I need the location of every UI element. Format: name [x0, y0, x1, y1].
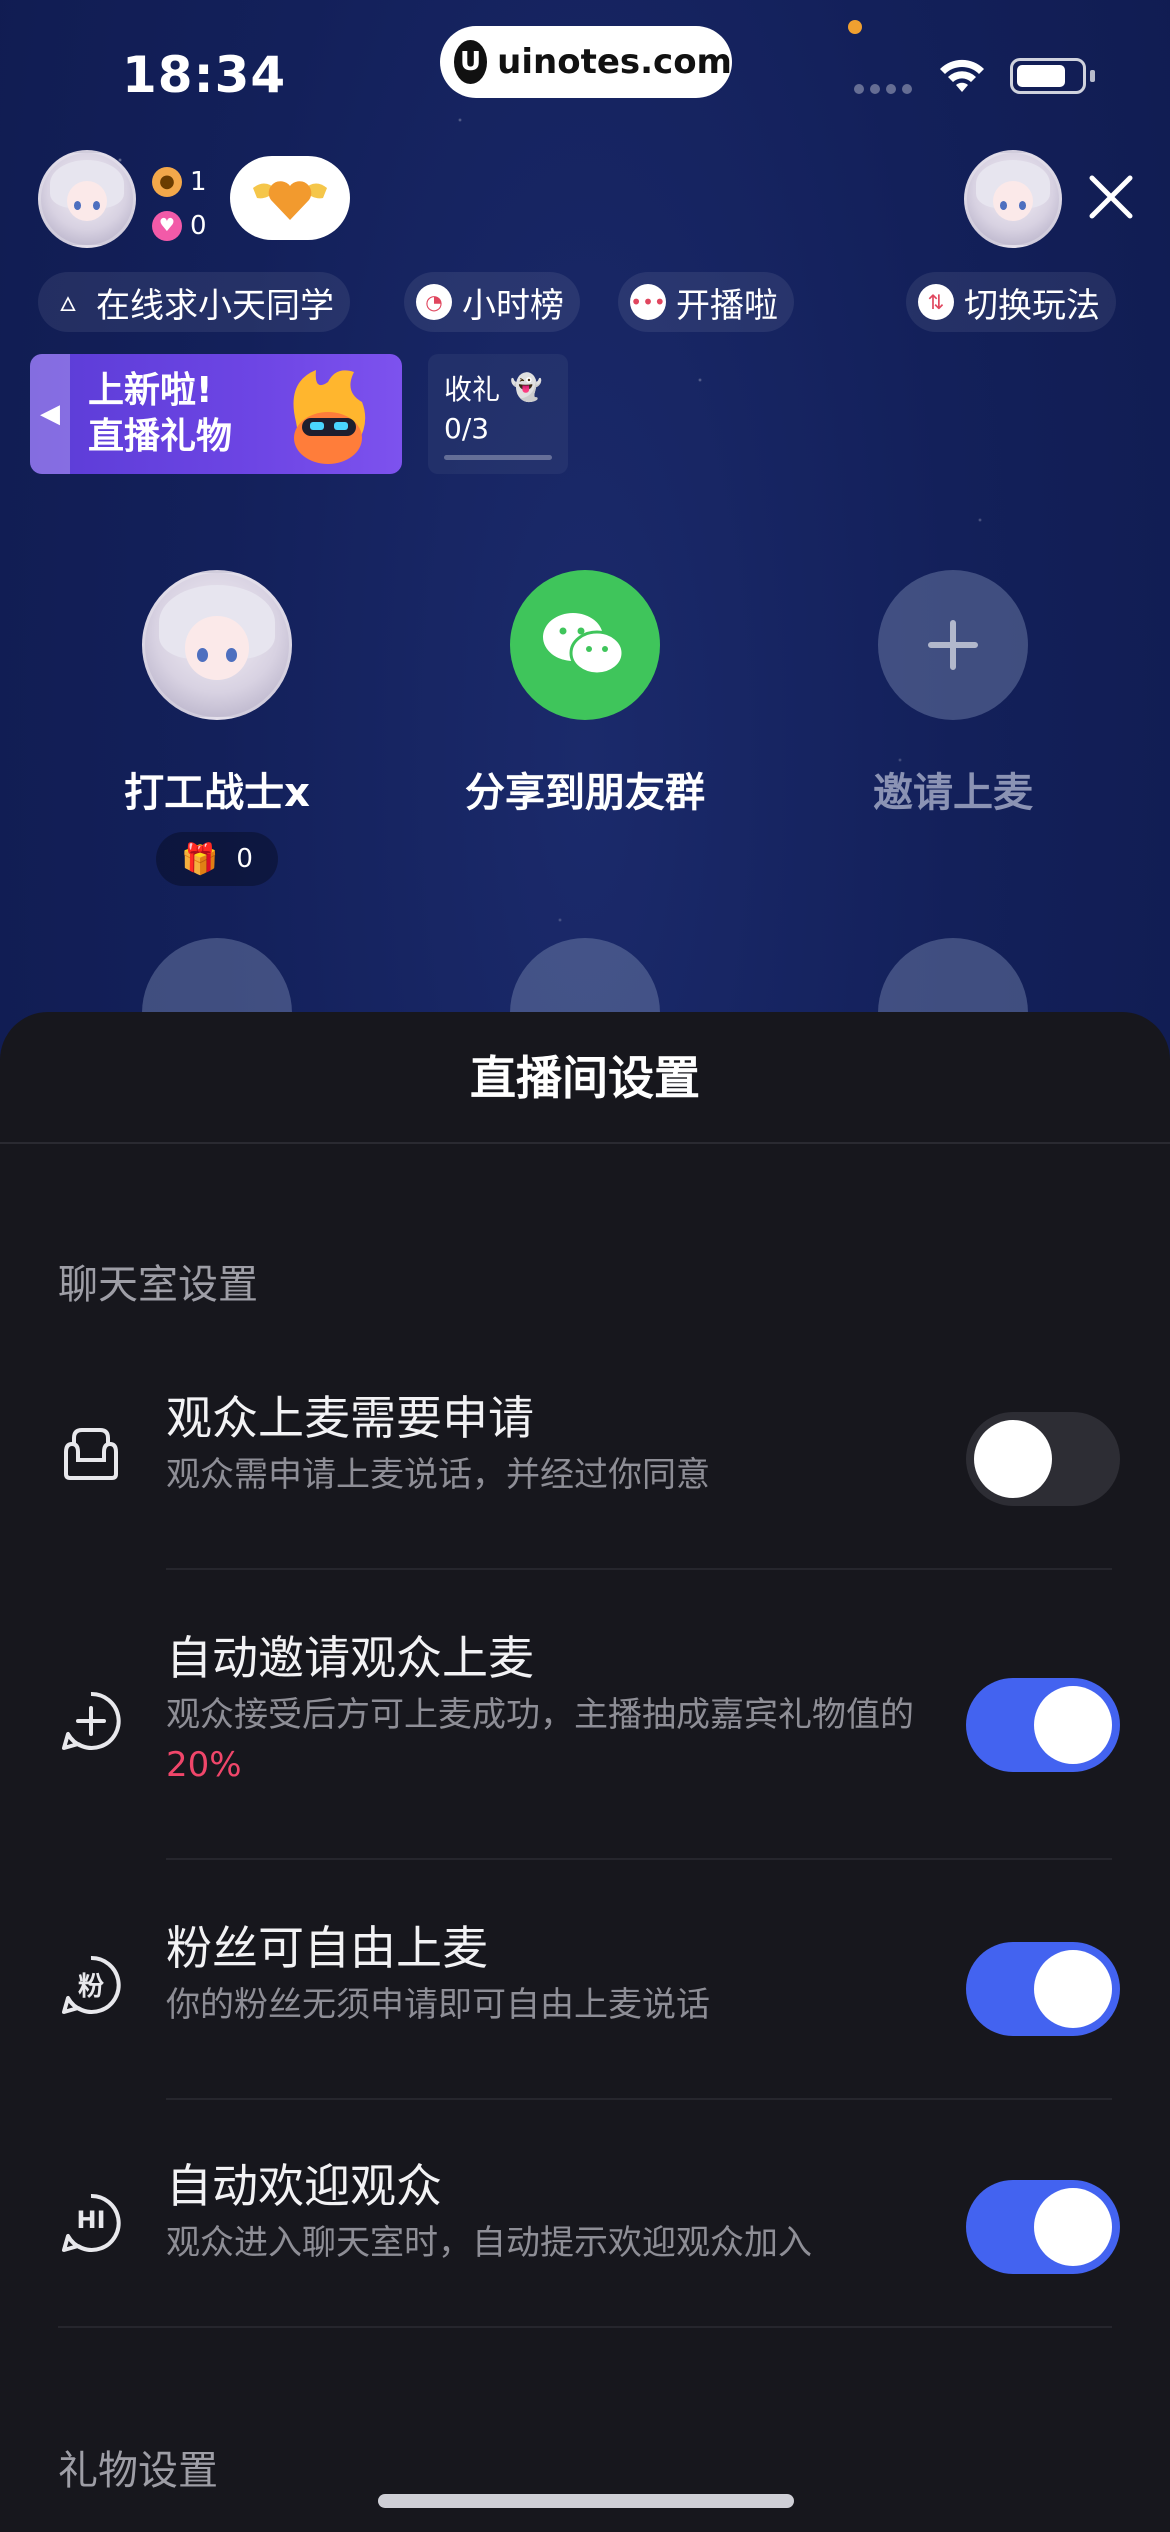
setting-desc: 观众进入聊天室时，自动提示欢迎观众加入 — [166, 2223, 812, 2263]
chip-live-started[interactable]: ••• 开播啦 — [618, 272, 794, 332]
gift-goal-label: 收礼 — [444, 373, 501, 406]
follow-button[interactable] — [230, 156, 350, 240]
divider — [166, 2098, 1112, 2100]
chip-topic[interactable]: 🜂 在线求小天同学 — [38, 272, 350, 332]
url-badge: U uinotes.com — [440, 26, 732, 98]
seat-host[interactable]: 打工战士x 🎁 0 — [87, 570, 347, 886]
seat-host-name: 打工战士x — [124, 770, 310, 816]
wechat-icon — [510, 570, 660, 720]
collapse-arrow-icon[interactable]: ◀ — [30, 354, 70, 474]
like-count: 0 — [190, 211, 207, 241]
toggle-fans-free-mic[interactable] — [966, 1942, 1120, 2036]
setting-apply-to-mic: 观众上麦需要申请 观众需申请上麦说话，并经过你同意 — [58, 1382, 1120, 1522]
setting-title: 粉丝可自由上麦 — [166, 1921, 488, 1975]
setting-title: 观众上麦需要申请 — [166, 1391, 534, 1445]
ghost-icon: 👻 — [510, 373, 543, 403]
host-stats: ● 1 ♥ 0 — [152, 160, 207, 248]
toggle-apply-to-mic[interactable] — [966, 1412, 1120, 1506]
plus-icon — [878, 570, 1028, 720]
seat-gift-count: 🎁 0 — [156, 832, 278, 886]
seat-host-avatar — [142, 570, 292, 720]
close-icon[interactable] — [1084, 170, 1138, 224]
divider — [166, 1568, 1112, 1570]
hi-chat-icon: HI — [58, 2190, 124, 2256]
user-icon: ● — [152, 167, 182, 197]
setting-desc: 观众需申请上麦说话，并经过你同意 — [166, 1455, 710, 1495]
divider — [58, 2326, 1112, 2328]
setting-auto-welcome: HI 自动欢迎观众 观众进入聊天室时，自动提示欢迎观众加入 — [58, 2150, 1120, 2280]
battery-icon — [1010, 58, 1086, 94]
chip-switch-mode[interactable]: ⇅ 切换玩法 — [906, 272, 1116, 332]
commission-rate: 20% — [166, 1745, 242, 1785]
heart-icon: ♥ — [152, 211, 182, 241]
seat-invite-label: 邀请上麦 — [873, 770, 1033, 816]
viewer-avatar[interactable] — [964, 150, 1062, 248]
divider — [166, 1858, 1112, 1860]
gift-box-icon: 🎁 — [181, 841, 219, 877]
flame-icon: 🜂 — [59, 291, 77, 316]
gift-goal-progress-text: 0/3 — [444, 412, 490, 445]
banner-line2: 直播礼物 — [88, 416, 233, 457]
url-text: uinotes.com — [497, 42, 732, 82]
seat-invite[interactable]: 邀请上麦 — [823, 570, 1083, 818]
chip-hour-rank[interactable]: ◔ 小时榜 — [404, 272, 580, 332]
chat-plus-icon — [62, 1691, 121, 1750]
host-avatar[interactable] — [38, 150, 136, 248]
section-chat-settings: 聊天室设置 — [58, 1262, 258, 1308]
status-time: 18:34 — [122, 46, 287, 104]
gift-goal-card[interactable]: 收礼 👻 0/3 — [428, 354, 568, 474]
fan-chat-icon: 粉 — [58, 1952, 124, 2018]
online-count: 1 — [190, 167, 207, 197]
switch-icon: ⇅ — [918, 284, 954, 320]
home-indicator[interactable] — [378, 2494, 794, 2508]
gift-goal-progress-bar — [444, 455, 552, 460]
toggle-auto-invite[interactable] — [966, 1678, 1120, 1772]
status-bar: 18:34 U uinotes.com — [0, 0, 1170, 140]
uinotes-logo-icon: U — [454, 40, 488, 84]
seat-share-label: 分享到朋友群 — [465, 770, 705, 816]
setting-desc: 观众接受后方可上麦成功，主播抽成嘉宾礼物值的20% — [166, 1695, 914, 1785]
banner-line1: 上新啦! — [88, 370, 213, 411]
sofa-icon — [64, 1428, 118, 1480]
section-gift-settings: 礼物设置 — [58, 2448, 218, 2494]
setting-desc: 你的粉丝无须申请即可自由上麦说话 — [166, 1985, 710, 2025]
setting-title: 自动欢迎观众 — [166, 2159, 442, 2213]
setting-title: 自动邀请观众上麦 — [166, 1631, 534, 1685]
winged-heart-icon — [253, 181, 327, 220]
room-chips: 🜂 在线求小天同学 ◔ 小时榜 ••• 开播啦 ⇅ 切换玩法 — [38, 272, 1132, 332]
new-gift-banner[interactable]: ◀ 上新啦! 直播礼物 — [30, 354, 402, 474]
seat-share-wechat[interactable]: 分享到朋友群 — [455, 570, 715, 818]
clock-icon: ◔ — [416, 284, 452, 320]
wifi-icon — [940, 59, 984, 92]
privacy-indicator-icon — [848, 20, 862, 34]
cellular-signal-icon — [854, 84, 912, 94]
sheet-title: 直播间设置 — [0, 1012, 1170, 1144]
flame-mascot-icon — [293, 370, 366, 464]
toggle-auto-welcome[interactable] — [966, 2180, 1120, 2274]
chat-bubble-icon: ••• — [630, 284, 666, 320]
setting-auto-invite: 自动邀请观众上麦 观众接受后方可上麦成功，主播抽成嘉宾礼物值的20% — [58, 1622, 1120, 1822]
setting-fans-free-mic: 粉 粉丝可自由上麦 你的粉丝无须申请即可自由上麦说话 — [58, 1912, 1120, 2042]
room-settings-sheet: 直播间设置 聊天室设置 观众上麦需要申请 观众需申请上麦说话，并经过你同意 自动… — [0, 1012, 1170, 2532]
